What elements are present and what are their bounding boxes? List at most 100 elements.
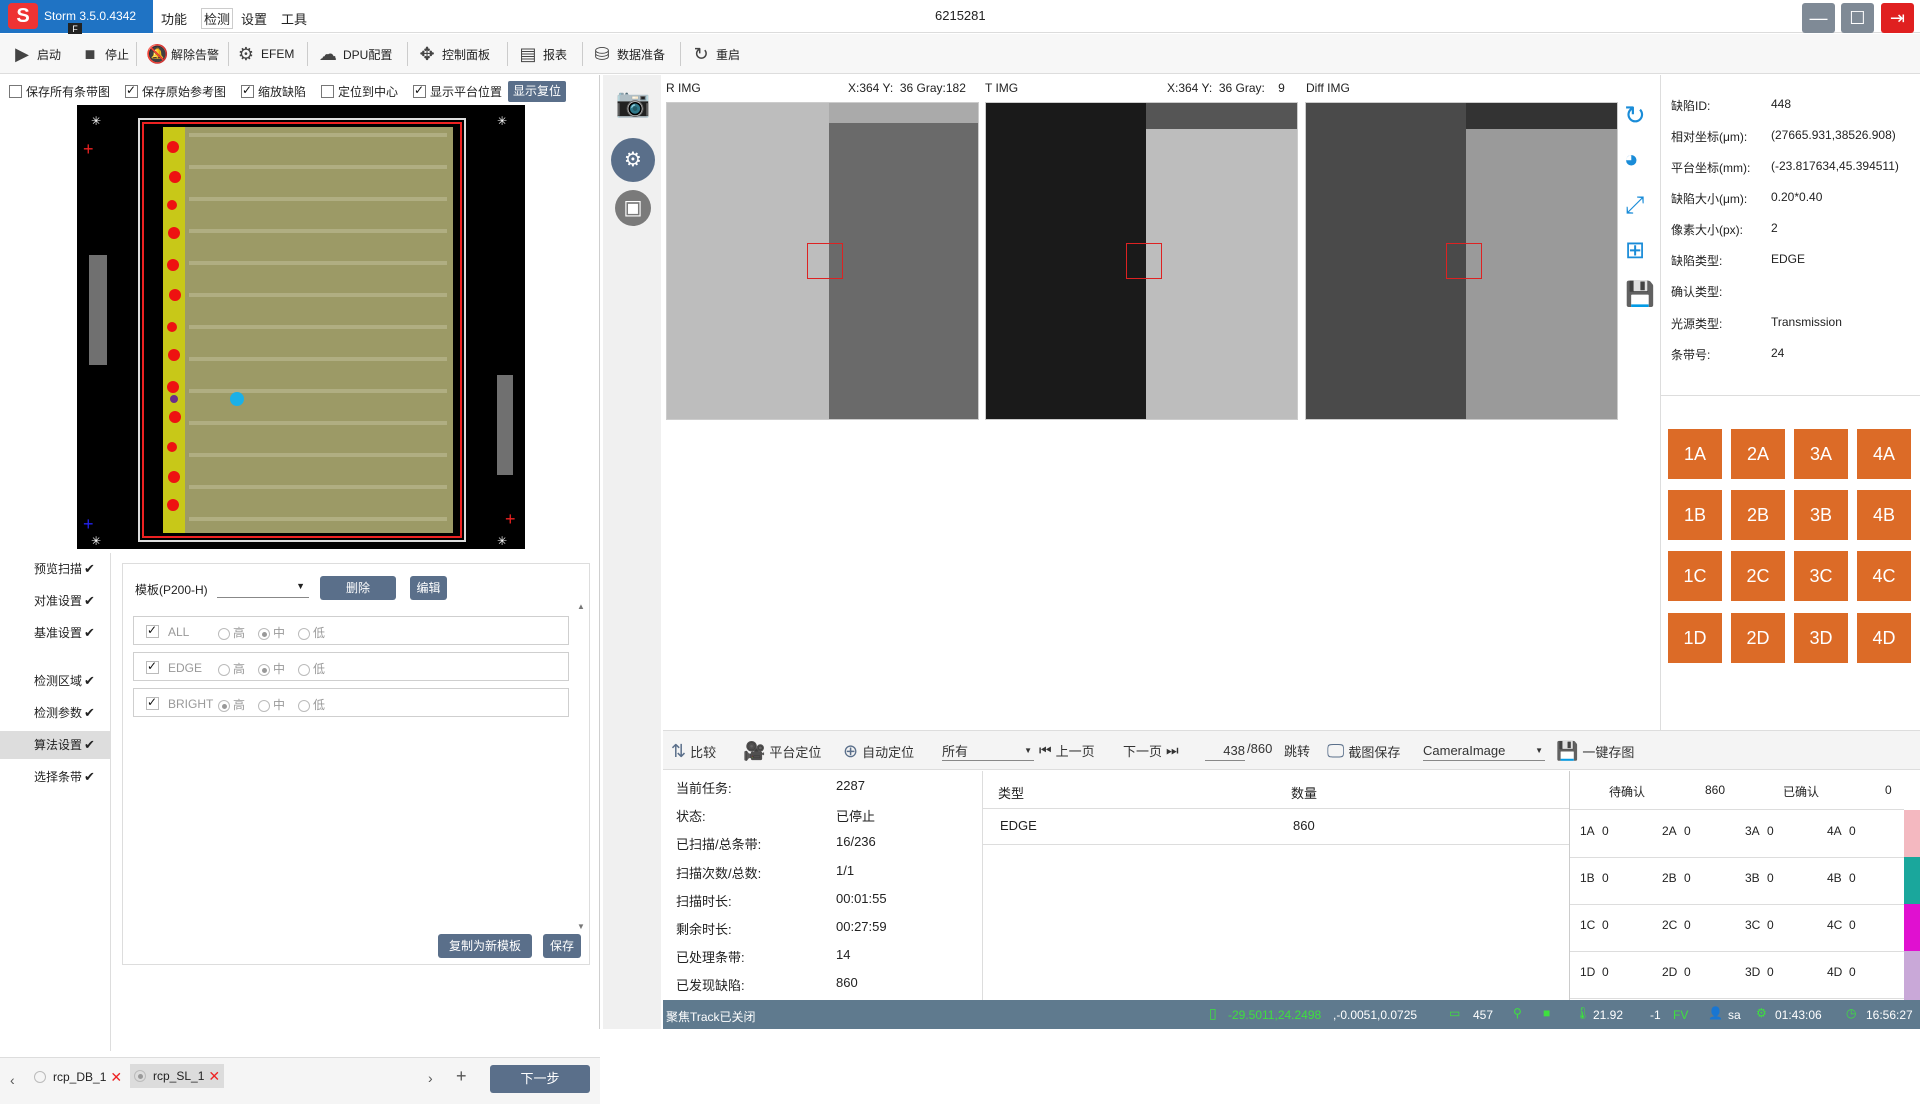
radio-high[interactable] <box>218 627 230 640</box>
screenshot-save-button[interactable]: 🖵 截图保存 <box>1327 741 1400 762</box>
grade-4d-button[interactable]: 4D <box>1857 613 1911 663</box>
menu-inspect[interactable]: 检测 <box>201 8 234 29</box>
checkbox[interactable] <box>125 83 138 98</box>
template-select[interactable]: ▼ <box>217 578 309 598</box>
control-panel-button[interactable]: ✥ 控制面板 <box>417 40 490 68</box>
edit-button[interactable]: 编辑 <box>410 576 447 600</box>
camera-icon[interactable]: 📷 <box>615 85 651 121</box>
minimize-button[interactable]: — <box>1802 3 1835 33</box>
menu-tools[interactable]: 工具 <box>281 9 307 28</box>
grade-4c-button[interactable]: 4C <box>1857 551 1911 601</box>
save-template-button[interactable]: 保存 <box>543 934 581 958</box>
grade-2a-button[interactable]: 2A <box>1731 429 1785 479</box>
jump-button[interactable]: 跳转 <box>1284 741 1310 760</box>
diff-img-panel[interactable] <box>1305 102 1618 420</box>
dpu-config-button[interactable]: ☁ DPU配置 <box>318 40 392 68</box>
option-zoom-defect[interactable]: 缩放缺陷 <box>241 83 306 100</box>
next-page-button[interactable]: 下一页 ⏭ <box>1123 741 1179 760</box>
camera-select[interactable]: CameraImage ▼ <box>1423 741 1545 761</box>
option-save-raw-ref[interactable]: 保存原始参考图 <box>125 83 226 100</box>
nav-reference-setup[interactable]: 基准设置 ✔ <box>0 619 110 647</box>
t-img-panel[interactable] <box>985 102 1298 420</box>
nav-preview-scan[interactable]: 预览扫描 ✔ <box>0 555 110 583</box>
add-region-icon[interactable]: ⊞ <box>1625 236 1645 265</box>
table-row[interactable] <box>983 809 1570 845</box>
next-step-button[interactable]: 下一步 <box>490 1065 590 1093</box>
nav-select-strip[interactable]: 选择条带 ✔ <box>0 763 110 791</box>
add-tab-icon[interactable]: + <box>456 1066 467 1087</box>
radio-mid[interactable] <box>258 663 270 676</box>
maximize-button[interactable]: ☐ <box>1841 3 1874 33</box>
grade-1a-button[interactable]: 1A <box>1668 429 1722 479</box>
checkbox[interactable] <box>146 623 159 638</box>
nav-align-setup[interactable]: 对准设置 ✔ <box>0 587 110 615</box>
efem-button[interactable]: ⚙ EFEM <box>236 40 294 68</box>
checkbox[interactable] <box>321 85 334 98</box>
grade-1b-button[interactable]: 1B <box>1668 490 1722 540</box>
image-icon[interactable]: ▣ <box>615 190 651 226</box>
menu-settings[interactable]: 设置 <box>241 9 267 28</box>
prev-page-button[interactable]: ⏮ 上一页 <box>1039 741 1095 760</box>
delete-button[interactable]: 删除 <box>320 576 396 600</box>
grade-1d-button[interactable]: 1D <box>1668 613 1722 663</box>
start-button[interactable]: ▶ 启动 <box>12 40 61 68</box>
checkbox[interactable] <box>146 695 159 710</box>
grade-4b-button[interactable]: 4B <box>1857 490 1911 540</box>
grade-4a-button[interactable]: 4A <box>1857 429 1911 479</box>
data-prep-button[interactable]: ⛁ 数据准备 <box>592 40 665 68</box>
nav-inspection-area[interactable]: 检测区域 ✔ <box>0 667 110 695</box>
checkbox[interactable] <box>241 83 254 98</box>
wafer-map[interactable]: ✳ ✳ ✳ ✳ + + + <box>77 105 525 549</box>
nav-algorithm-settings[interactable]: 算法设置 ✔ <box>0 731 110 759</box>
grade-3c-button[interactable]: 3C <box>1794 551 1848 601</box>
exit-button[interactable]: ⇥ <box>1881 3 1914 33</box>
clear-alarm-button[interactable]: 🔕 解除告警 <box>146 40 219 68</box>
checkbox[interactable] <box>146 659 159 674</box>
grade-3b-button[interactable]: 3B <box>1794 490 1848 540</box>
radio-low[interactable] <box>298 663 310 676</box>
scroll-down-icon[interactable]: ▼ <box>577 922 585 931</box>
scroll-up-icon[interactable]: ▲ <box>577 602 585 611</box>
save-icon[interactable]: 💾 <box>1625 280 1655 309</box>
checkbox[interactable] <box>413 83 426 98</box>
filter-select[interactable]: 所有 ▼ <box>942 741 1034 761</box>
option-show-stage[interactable]: 显示平台位置 <box>413 83 502 100</box>
close-icon[interactable]: ✕ <box>208 1068 220 1085</box>
stop-button[interactable]: ■ 停止 <box>80 40 129 68</box>
palette-icon[interactable]: ◕ <box>1624 146 1639 174</box>
option-center[interactable]: 定位到中心 <box>321 83 398 100</box>
menu-function[interactable]: 功能 <box>161 9 187 28</box>
close-icon[interactable]: ✕ <box>110 1069 122 1086</box>
refresh-icon[interactable]: ↻ <box>1624 100 1646 131</box>
radio-mid[interactable] <box>258 699 270 712</box>
grade-2b-button[interactable]: 2B <box>1731 490 1785 540</box>
option-save-all-strips[interactable]: 保存所有条带图 <box>9 83 110 100</box>
tab-next-icon[interactable]: › <box>428 1070 433 1086</box>
stage-locate-button[interactable]: 🎥 平台定位 <box>743 741 821 762</box>
show-reset-button[interactable]: 显示复位 <box>508 81 566 102</box>
restart-button[interactable]: ↻ 重启 <box>691 40 740 68</box>
checkbox[interactable] <box>9 85 22 98</box>
report-button[interactable]: ▤ 报表 <box>518 40 567 68</box>
grid-view-icon[interactable]: ⚙ <box>611 138 655 182</box>
nav-inspection-params[interactable]: 检测参数 ✔ <box>0 699 110 727</box>
grade-2d-button[interactable]: 2D <box>1731 613 1785 663</box>
radio-high[interactable] <box>218 699 230 712</box>
tab-rcp-db[interactable]: rcp_DB_1 ✕ <box>34 1066 122 1088</box>
r-img-panel[interactable] <box>666 102 979 420</box>
auto-locate-button[interactable]: ⊕ 自动定位 <box>843 741 914 762</box>
grade-2c-button[interactable]: 2C <box>1731 551 1785 601</box>
page-input[interactable]: 438 <box>1205 741 1245 761</box>
grade-3a-button[interactable]: 3A <box>1794 429 1848 479</box>
radio-mid[interactable] <box>258 627 270 640</box>
tab-prev-icon[interactable]: ‹ <box>10 1072 15 1088</box>
radio-low[interactable] <box>298 699 310 712</box>
copy-template-button[interactable]: 复制为新模板 <box>438 934 532 958</box>
tab-rcp-sl[interactable]: rcp_SL_1 ✕ <box>130 1064 225 1088</box>
radio-high[interactable] <box>218 663 230 676</box>
compare-button[interactable]: ⇅ 比较 <box>671 741 716 762</box>
radio-low[interactable] <box>298 627 310 640</box>
grade-1c-button[interactable]: 1C <box>1668 551 1722 601</box>
onekey-save-button[interactable]: 💾 一键存图 <box>1556 741 1634 762</box>
expand-icon[interactable]: ⤢ <box>1625 192 1644 220</box>
